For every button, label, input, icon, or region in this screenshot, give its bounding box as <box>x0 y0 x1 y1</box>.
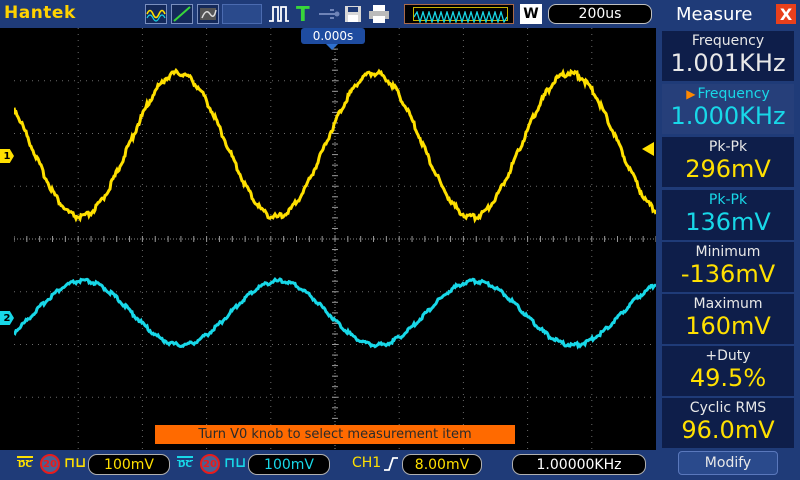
pulse-icon[interactable] <box>268 4 290 24</box>
rising-edge-icon[interactable] <box>383 456 399 476</box>
trigger-source[interactable]: CH1 <box>352 455 381 471</box>
measure-item-freq-ch2[interactable]: ▶ Frequency 1.000KHz <box>662 84 794 134</box>
empty-status-box <box>222 4 262 24</box>
trigger-level-marker[interactable] <box>642 142 654 156</box>
panel-title: Measure <box>676 3 753 25</box>
ch2-marker[interactable]: 2 <box>0 311 14 325</box>
graticule <box>12 27 658 450</box>
waveform-icon[interactable] <box>145 4 167 24</box>
save-icon[interactable] <box>344 4 362 24</box>
measure-item-pkpk-ch1[interactable]: Pk-Pk 296mV <box>662 137 794 187</box>
ch1-coupling-icon[interactable]: DC <box>16 455 34 473</box>
measure-item-freq-ch1[interactable]: Frequency 1.001KHz <box>662 31 794 81</box>
print-icon[interactable] <box>368 4 390 24</box>
ch2-invert-icon[interactable]: ⊓⊔ <box>224 455 246 471</box>
ch2-bandwidth-limit-icon[interactable]: 20 <box>200 454 220 474</box>
measure-panel: Measure X Frequency 1.001KHz ▶ Frequency … <box>656 0 800 480</box>
measure-item-minimum[interactable]: Minimum -136mV <box>662 242 794 292</box>
measure-item-pkpk-ch2[interactable]: Pk-Pk 136mV <box>662 190 794 240</box>
top-toolbar: Hantek T W 200us <box>0 0 656 28</box>
trigger-position-readout[interactable]: 0.000s <box>301 28 365 44</box>
modify-button[interactable]: Modify <box>678 451 778 475</box>
trigger-status-icon: T <box>296 2 310 26</box>
ch1-scale-readout[interactable]: 100mV <box>88 454 170 475</box>
ramp-icon[interactable] <box>171 4 193 24</box>
measure-item-maximum[interactable]: Maximum 160mV <box>662 294 794 344</box>
waveform-display[interactable] <box>12 27 658 450</box>
trigger-level-readout[interactable]: 8.00mV <box>402 454 482 475</box>
trigger-position-marker <box>326 44 338 50</box>
persistence-icon[interactable] <box>197 4 219 24</box>
ch2-scale-readout[interactable]: 100mV <box>248 454 330 475</box>
hint-message: Turn V0 knob to select measurement item <box>155 425 515 444</box>
usb-icon <box>318 4 340 24</box>
timebase-readout[interactable]: 200us <box>548 4 652 24</box>
trigger-frequency-readout: 1.00000KHz <box>512 454 646 475</box>
brand-logo: Hantek <box>4 3 76 23</box>
run-mode-indicator: W <box>520 4 542 24</box>
ch2-coupling-icon[interactable]: DC <box>176 455 194 473</box>
selected-arrow-icon: ▶ <box>686 87 696 101</box>
ch1-invert-icon[interactable]: ⊓⊔ <box>64 455 86 471</box>
ch1-bandwidth-limit-icon[interactable]: 20 <box>40 454 60 474</box>
close-button[interactable]: X <box>776 4 796 24</box>
memory-depth-indicator <box>404 4 514 25</box>
ch1-marker[interactable]: 1 <box>0 149 14 163</box>
measure-item-cyclic-rms[interactable]: Cyclic RMS 96.0mV <box>662 398 794 448</box>
measure-item-duty[interactable]: +Duty 49.5% <box>662 346 794 396</box>
